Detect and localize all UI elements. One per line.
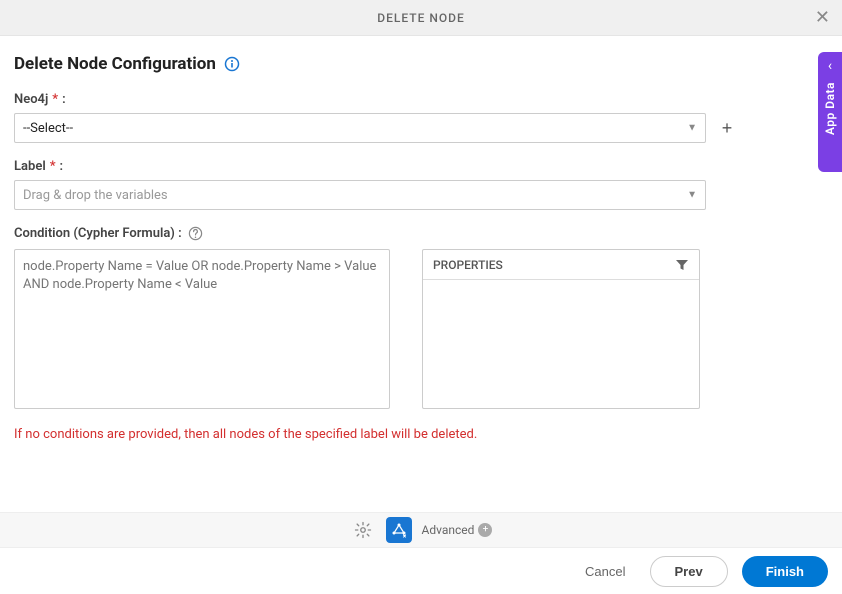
label-select[interactable]: Drag & drop the variables ▼ [14,180,706,210]
label-field-label: Label*: [14,159,828,174]
add-neo4j-button[interactable]: + [716,117,738,139]
plus-circle-icon: + [478,523,492,537]
modal-title: DELETE NODE [377,11,464,25]
close-button[interactable]: ✕ [815,8,830,26]
settings-button[interactable] [350,517,376,543]
cancel-button[interactable]: Cancel [575,558,635,585]
main-content: Delete Node Configuration Neo4j*: --Sele… [0,36,842,442]
footer: Cancel Prev Finish [0,548,842,594]
label-row: Drag & drop the variables ▼ [14,180,828,210]
chevron-down-icon: ▼ [687,123,697,134]
properties-header: PROPERTIES [423,250,699,280]
app-data-label: App Data [823,82,837,135]
app-data-tab[interactable]: ‹ App Data [818,52,842,172]
graph-button-active[interactable] [386,517,412,543]
help-icon[interactable] [188,226,203,241]
advanced-label: Advanced [422,523,475,537]
properties-panel: PROPERTIES [422,249,700,409]
close-icon: ✕ [815,7,830,27]
filter-icon[interactable] [675,258,689,272]
plus-icon: + [722,118,733,139]
prev-button[interactable]: Prev [650,556,728,587]
finish-button[interactable]: Finish [742,556,828,587]
properties-title: PROPERTIES [433,258,503,272]
label-placeholder: Drag & drop the variables [23,188,168,203]
neo4j-row: --Select-- ▼ + [14,113,828,143]
warning-text: If no conditions are provided, then all … [14,427,828,442]
properties-body [423,280,699,408]
page-title: Delete Node Configuration [14,54,216,74]
neo4j-select[interactable]: --Select-- ▼ [14,113,706,143]
condition-label: Condition (Cypher Formula) : [14,226,182,241]
required-marker: * [50,159,56,174]
chevron-down-icon: ▼ [687,190,697,201]
page-title-row: Delete Node Configuration [14,54,828,74]
neo4j-label: Neo4j*: [14,92,828,107]
condition-area: PROPERTIES [14,249,828,409]
required-marker: * [52,92,58,107]
advanced-toggle[interactable]: Advanced + [422,523,493,537]
neo4j-selected-value: --Select-- [23,121,73,136]
info-icon[interactable] [224,56,240,72]
condition-textarea[interactable] [14,249,390,409]
chevron-left-icon: ‹ [828,58,832,74]
bottom-toolbar: Advanced + [0,512,842,548]
modal-header: DELETE NODE ✕ [0,0,842,36]
condition-label-row: Condition (Cypher Formula) : [14,226,828,241]
